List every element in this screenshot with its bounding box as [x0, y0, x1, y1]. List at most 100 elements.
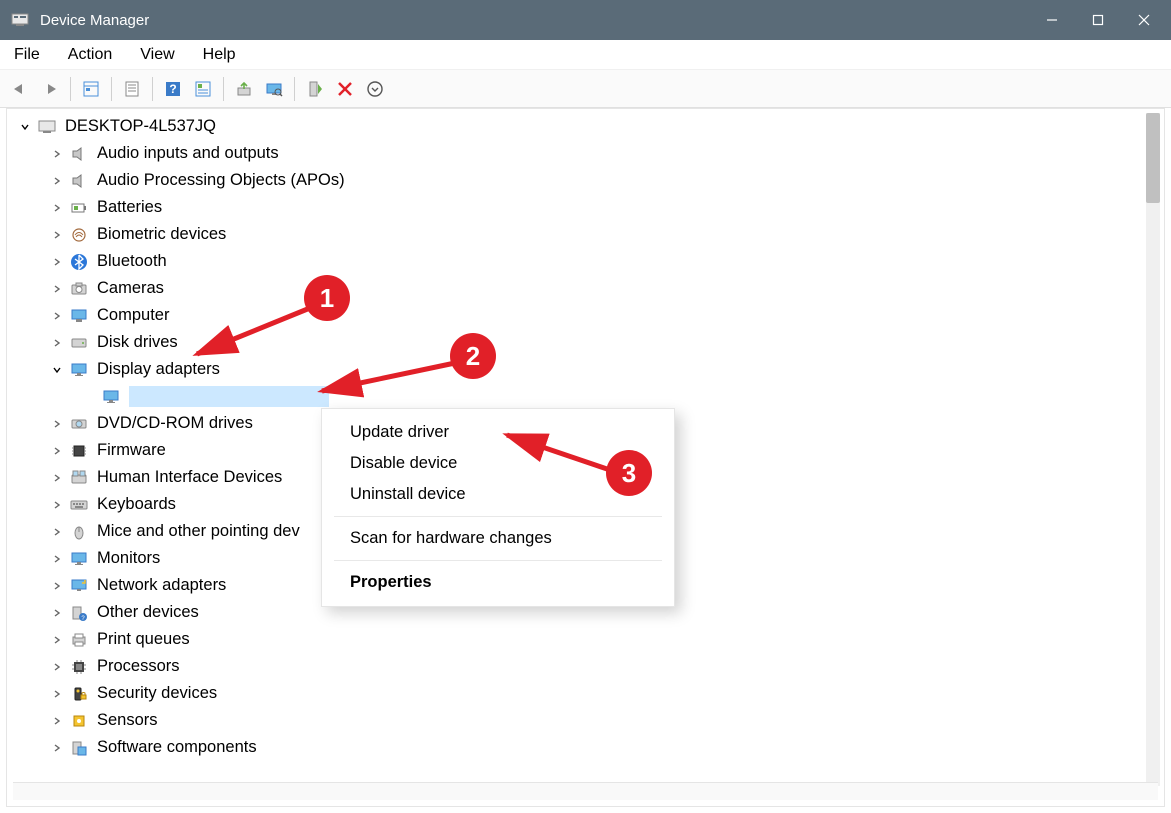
- context-scan-hardware[interactable]: Scan for hardware changes: [322, 523, 674, 554]
- menu-action[interactable]: Action: [54, 42, 126, 68]
- cpu-icon: [69, 657, 89, 677]
- tree-category-disk[interactable]: Disk drives: [11, 329, 1144, 356]
- back-button[interactable]: [6, 75, 34, 103]
- chevron-right-icon[interactable]: [51, 418, 63, 430]
- tree-category-battery[interactable]: Batteries: [11, 194, 1144, 221]
- tree-category-speaker[interactable]: Audio inputs and outputs: [11, 140, 1144, 167]
- context-menu: Update driver Disable device Uninstall d…: [321, 408, 675, 607]
- tree-category-computer[interactable]: Computer: [11, 302, 1144, 329]
- chevron-right-icon[interactable]: [51, 688, 63, 700]
- chevron-down-icon[interactable]: [51, 364, 63, 376]
- tree-category-label: DVD/CD-ROM drives: [97, 414, 253, 433]
- tree-category-bluetooth[interactable]: Bluetooth: [11, 248, 1144, 275]
- chevron-right-icon[interactable]: [51, 607, 63, 619]
- maximize-button[interactable]: [1075, 0, 1121, 40]
- tree-category-label: Processors: [97, 657, 180, 676]
- update-driver-toolbar-button[interactable]: [230, 75, 258, 103]
- tree-category-label: Security devices: [97, 684, 217, 703]
- context-separator: [334, 516, 662, 517]
- properties-toolbar-button[interactable]: [118, 75, 146, 103]
- chevron-right-icon[interactable]: [51, 715, 63, 727]
- chevron-right-icon[interactable]: [51, 310, 63, 322]
- printer-icon: [69, 630, 89, 650]
- tree-category-software[interactable]: Software components: [11, 734, 1144, 761]
- other-icon: ?: [69, 603, 89, 623]
- monitor-icon: [69, 549, 89, 569]
- display-icon: [69, 360, 89, 380]
- tree-category-fingerprint[interactable]: Biometric devices: [11, 221, 1144, 248]
- menu-file[interactable]: File: [0, 42, 54, 68]
- chevron-right-icon[interactable]: [51, 634, 63, 646]
- app-icon: [10, 10, 30, 30]
- tree-category-camera[interactable]: Cameras: [11, 275, 1144, 302]
- chevron-right-icon[interactable]: [51, 202, 63, 214]
- tree-root-label: DESKTOP-4L537JQ: [65, 117, 216, 136]
- tree-category-label: Other devices: [97, 603, 199, 622]
- tree-category-label: Print queues: [97, 630, 190, 649]
- menubar: File Action View Help: [0, 40, 1171, 70]
- mouse-icon: [69, 522, 89, 542]
- chevron-right-icon[interactable]: [51, 256, 63, 268]
- tree-category-security[interactable]: Security devices: [11, 680, 1144, 707]
- close-button[interactable]: [1121, 0, 1167, 40]
- enable-device-button[interactable]: [301, 75, 329, 103]
- context-update-driver[interactable]: Update driver: [322, 417, 674, 448]
- details-button[interactable]: [189, 75, 217, 103]
- tree-category-speaker[interactable]: Audio Processing Objects (APOs): [11, 167, 1144, 194]
- titlebar: Device Manager: [0, 0, 1171, 40]
- scrollbar-thumb[interactable]: [1146, 113, 1160, 203]
- forward-button[interactable]: [36, 75, 64, 103]
- tree-category-label: Audio Processing Objects (APOs): [97, 171, 345, 190]
- tree-category-printer[interactable]: Print queues: [11, 626, 1144, 653]
- computer-icon: [69, 306, 89, 326]
- chevron-right-icon[interactable]: [51, 742, 63, 754]
- context-properties[interactable]: Properties: [322, 567, 674, 598]
- chevron-down-icon[interactable]: [19, 121, 31, 133]
- chevron-right-icon[interactable]: [51, 553, 63, 565]
- chevron-right-icon[interactable]: [51, 526, 63, 538]
- tree-category-label: Cameras: [97, 279, 164, 298]
- tree-device-selected[interactable]: [11, 383, 1144, 410]
- context-separator: [334, 560, 662, 561]
- tree-category-cpu[interactable]: Processors: [11, 653, 1144, 680]
- uninstall-toolbar-button[interactable]: [331, 75, 359, 103]
- svg-text:?: ?: [169, 82, 176, 96]
- chevron-right-icon[interactable]: [51, 580, 63, 592]
- tree-category-label: Bluetooth: [97, 252, 167, 271]
- tree-root[interactable]: DESKTOP-4L537JQ: [11, 113, 1144, 140]
- tree-category-label: Computer: [97, 306, 169, 325]
- security-icon: [69, 684, 89, 704]
- fingerprint-icon: [69, 225, 89, 245]
- speaker-icon: [69, 171, 89, 191]
- chevron-right-icon[interactable]: [51, 337, 63, 349]
- tree-category-label: Audio inputs and outputs: [97, 144, 279, 163]
- menu-help[interactable]: Help: [189, 42, 250, 68]
- tree-category-sensor[interactable]: Sensors: [11, 707, 1144, 734]
- help-toolbar-button[interactable]: ?: [159, 75, 187, 103]
- tree-category-label: Monitors: [97, 549, 160, 568]
- camera-icon: [69, 279, 89, 299]
- battery-icon: [69, 198, 89, 218]
- vertical-scrollbar[interactable]: [1146, 113, 1160, 786]
- chevron-right-icon[interactable]: [51, 445, 63, 457]
- show-hidden-button[interactable]: [77, 75, 105, 103]
- menu-view[interactable]: View: [126, 42, 188, 68]
- chevron-right-icon[interactable]: [51, 283, 63, 295]
- tree-category-label: Sensors: [97, 711, 158, 730]
- tree-category-label: Mice and other pointing dev: [97, 522, 300, 541]
- chip-icon: [69, 441, 89, 461]
- chevron-right-icon[interactable]: [51, 175, 63, 187]
- tree-category-label: Batteries: [97, 198, 162, 217]
- chevron-right-icon[interactable]: [51, 472, 63, 484]
- collapse-button[interactable]: [361, 75, 389, 103]
- chevron-right-icon[interactable]: [51, 499, 63, 511]
- annotation-badge-1: 1: [304, 275, 350, 321]
- chevron-right-icon[interactable]: [51, 148, 63, 160]
- chevron-right-icon[interactable]: [51, 229, 63, 241]
- chevron-right-icon[interactable]: [51, 661, 63, 673]
- tree-category-display[interactable]: Display adapters: [11, 356, 1144, 383]
- keyboard-icon: [69, 495, 89, 515]
- scan-toolbar-button[interactable]: [260, 75, 288, 103]
- status-strip: [13, 782, 1158, 800]
- minimize-button[interactable]: [1029, 0, 1075, 40]
